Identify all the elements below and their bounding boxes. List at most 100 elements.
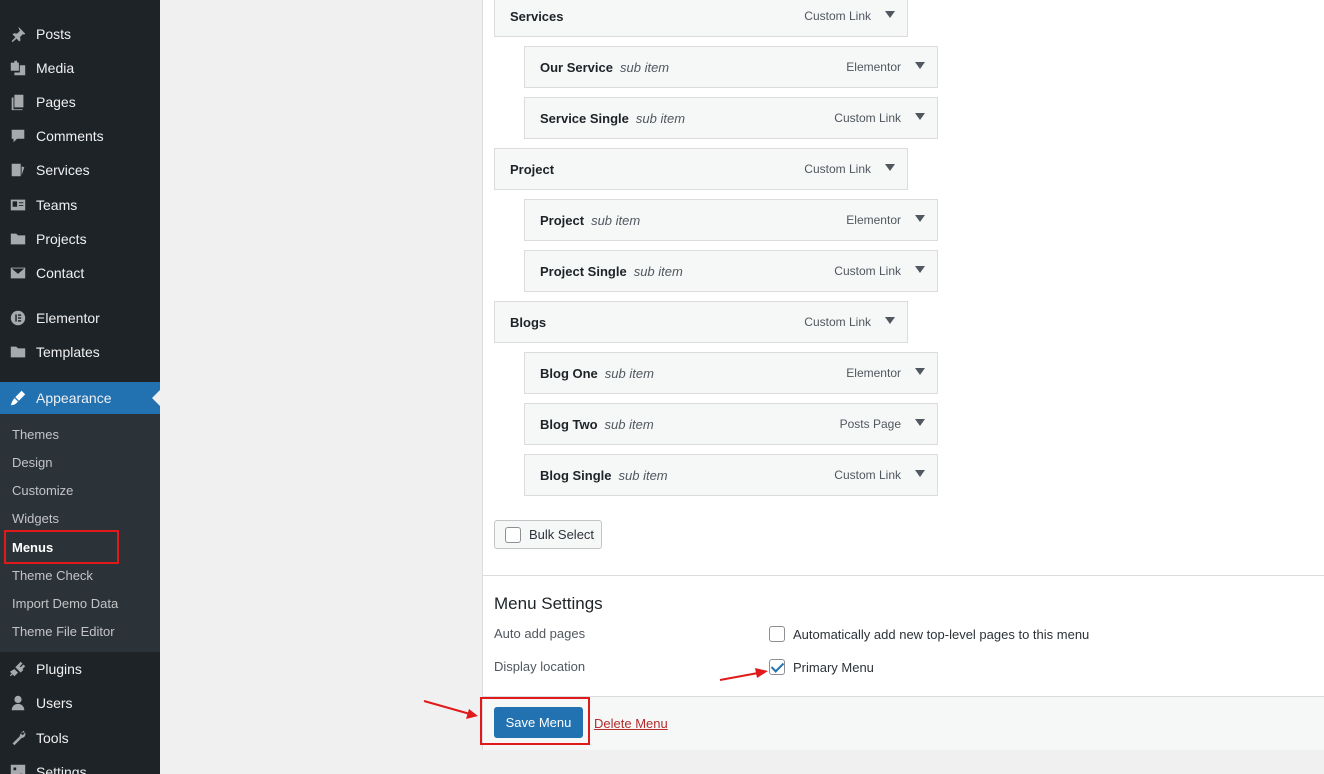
- nav-settings[interactable]: Settings: [0, 757, 160, 774]
- nav-elementor-label: Elementor: [36, 310, 100, 326]
- annotation-arrow-icon: [719, 668, 768, 681]
- menu-item-title: Project: [510, 161, 555, 177]
- nav-comments[interactable]: Comments: [0, 121, 160, 151]
- nav-users[interactable]: Users: [0, 688, 160, 718]
- caret-down-icon[interactable]: [915, 215, 925, 222]
- submenu-theme-file-editor[interactable]: Theme File Editor: [12, 622, 115, 642]
- nav-projects-label: Projects: [36, 231, 87, 247]
- menu-item[interactable]: Project sub item Elementor: [524, 199, 938, 241]
- menu-item-type: Custom Link: [804, 9, 871, 23]
- admin-sidebar: Posts Media Pages Comments Services Team…: [0, 0, 160, 774]
- nav-projects[interactable]: Projects: [0, 224, 160, 254]
- nav-settings-label: Settings: [36, 764, 87, 774]
- menus-annotation-box: [4, 530, 119, 564]
- submenu-themes[interactable]: Themes: [12, 425, 59, 445]
- submenu-design[interactable]: Design: [12, 453, 52, 473]
- nav-appearance[interactable]: Appearance: [0, 382, 160, 414]
- caret-down-icon[interactable]: [915, 113, 925, 120]
- auto-add-pages-checkbox[interactable]: [769, 626, 785, 642]
- menu-item-title: Services: [510, 8, 564, 24]
- menu-item[interactable]: Project Custom Link: [494, 148, 908, 190]
- caret-down-icon[interactable]: [885, 164, 895, 171]
- nav-plugins-label: Plugins: [36, 661, 82, 677]
- menu-item-sub: sub item: [620, 59, 670, 75]
- nav-plugins[interactable]: Plugins: [0, 654, 160, 684]
- nav-elementor[interactable]: Elementor: [0, 303, 160, 333]
- menu-item[interactable]: Services Custom Link: [494, 0, 908, 37]
- bulk-select-button[interactable]: Bulk Select: [494, 520, 602, 549]
- submenu-widgets[interactable]: Widgets: [12, 509, 59, 529]
- nav-media[interactable]: Media: [0, 53, 160, 83]
- user-icon: [8, 693, 28, 713]
- menu-item-type: Elementor: [846, 60, 901, 74]
- nav-posts[interactable]: Posts: [0, 19, 160, 49]
- menu-item[interactable]: Our Service sub item Elementor: [524, 46, 938, 88]
- menu-item[interactable]: Blog One sub item Elementor: [524, 352, 938, 394]
- comment-icon: [8, 126, 28, 146]
- nav-comments-label: Comments: [36, 128, 104, 144]
- menu-editor-panel: Services Custom Link Our Service sub ite…: [480, 0, 1324, 750]
- menu-item[interactable]: Blogs Custom Link: [494, 301, 908, 343]
- caret-down-icon[interactable]: [885, 11, 895, 18]
- nav-services-label: Services: [36, 162, 90, 178]
- menu-item-type: Elementor: [846, 366, 901, 380]
- menu-item-title: Service Single: [540, 110, 629, 126]
- menu-item-title: Blog Single: [540, 467, 612, 483]
- media-icon: [8, 58, 28, 78]
- menu-item[interactable]: Blog Single sub item Custom Link: [524, 454, 938, 496]
- caret-down-icon[interactable]: [915, 368, 925, 375]
- menu-item[interactable]: Blog Two sub item Posts Page: [524, 403, 938, 445]
- auto-add-pages-text: Automatically add new top-level pages to…: [793, 626, 1090, 642]
- caret-down-icon[interactable]: [915, 419, 925, 426]
- menu-item-title: Blog Two: [540, 416, 598, 432]
- menu-item-sub: sub item: [635, 110, 686, 126]
- save-annotation-box: [480, 697, 590, 745]
- nav-teams-label: Teams: [36, 197, 78, 213]
- menu-item-type: Custom Link: [834, 111, 901, 125]
- bulk-select-label: Bulk Select: [529, 527, 595, 542]
- submenu-customize[interactable]: Customize: [12, 481, 73, 501]
- services-icon: [8, 160, 28, 180]
- folder-icon: [8, 342, 28, 362]
- menu-item[interactable]: Service Single sub item Custom Link: [524, 97, 938, 139]
- folder-icon: [8, 229, 28, 249]
- wrench-icon: [8, 728, 28, 748]
- menu-item-title: Blog One: [540, 365, 598, 381]
- menu-item-type: Custom Link: [804, 162, 871, 176]
- caret-down-icon[interactable]: [885, 317, 895, 324]
- nav-pages[interactable]: Pages: [0, 87, 160, 117]
- plug-icon: [8, 659, 28, 679]
- primary-menu-option[interactable]: Primary Menu: [769, 659, 874, 675]
- pin-icon: [8, 24, 28, 44]
- menu-item-sub: sub item: [633, 263, 683, 279]
- submenu-theme-check[interactable]: Theme Check: [12, 566, 93, 586]
- menu-item-title: Our Service: [540, 59, 613, 75]
- nav-teams[interactable]: Teams: [0, 190, 160, 220]
- nav-services[interactable]: Services: [0, 155, 160, 185]
- menu-item-type: Custom Link: [834, 468, 901, 482]
- menu-item-title: Project: [540, 212, 585, 228]
- bulk-select-checkbox[interactable]: [505, 526, 521, 543]
- delete-menu-link[interactable]: Delete Menu: [594, 716, 668, 731]
- nav-tools[interactable]: Tools: [0, 723, 160, 753]
- caret-down-icon[interactable]: [915, 62, 925, 69]
- menu-item-title: Blogs: [510, 314, 547, 330]
- nav-posts-label: Posts: [36, 26, 72, 42]
- caret-down-icon[interactable]: [915, 266, 925, 273]
- teams-icon: [8, 195, 28, 215]
- nav-media-label: Media: [36, 60, 75, 76]
- menu-item[interactable]: Project Single sub item Custom Link: [524, 250, 938, 292]
- nav-templates-label: Templates: [36, 344, 100, 360]
- menu-item-sub: sub item: [591, 212, 641, 228]
- nav-users-label: Users: [36, 695, 73, 711]
- submenu-import-demo-data[interactable]: Import Demo Data: [12, 594, 118, 614]
- nav-contact-label: Contact: [36, 265, 85, 281]
- auto-add-pages-option[interactable]: Automatically add new top-level pages to…: [769, 626, 1089, 642]
- nav-templates[interactable]: Templates: [0, 337, 160, 367]
- menu-item-title: Project Single: [540, 263, 627, 279]
- divider: [483, 575, 1324, 576]
- caret-down-icon[interactable]: [915, 470, 925, 477]
- elementor-icon: [8, 308, 28, 328]
- nav-contact[interactable]: Contact: [0, 258, 160, 288]
- settings-icon: [8, 762, 28, 774]
